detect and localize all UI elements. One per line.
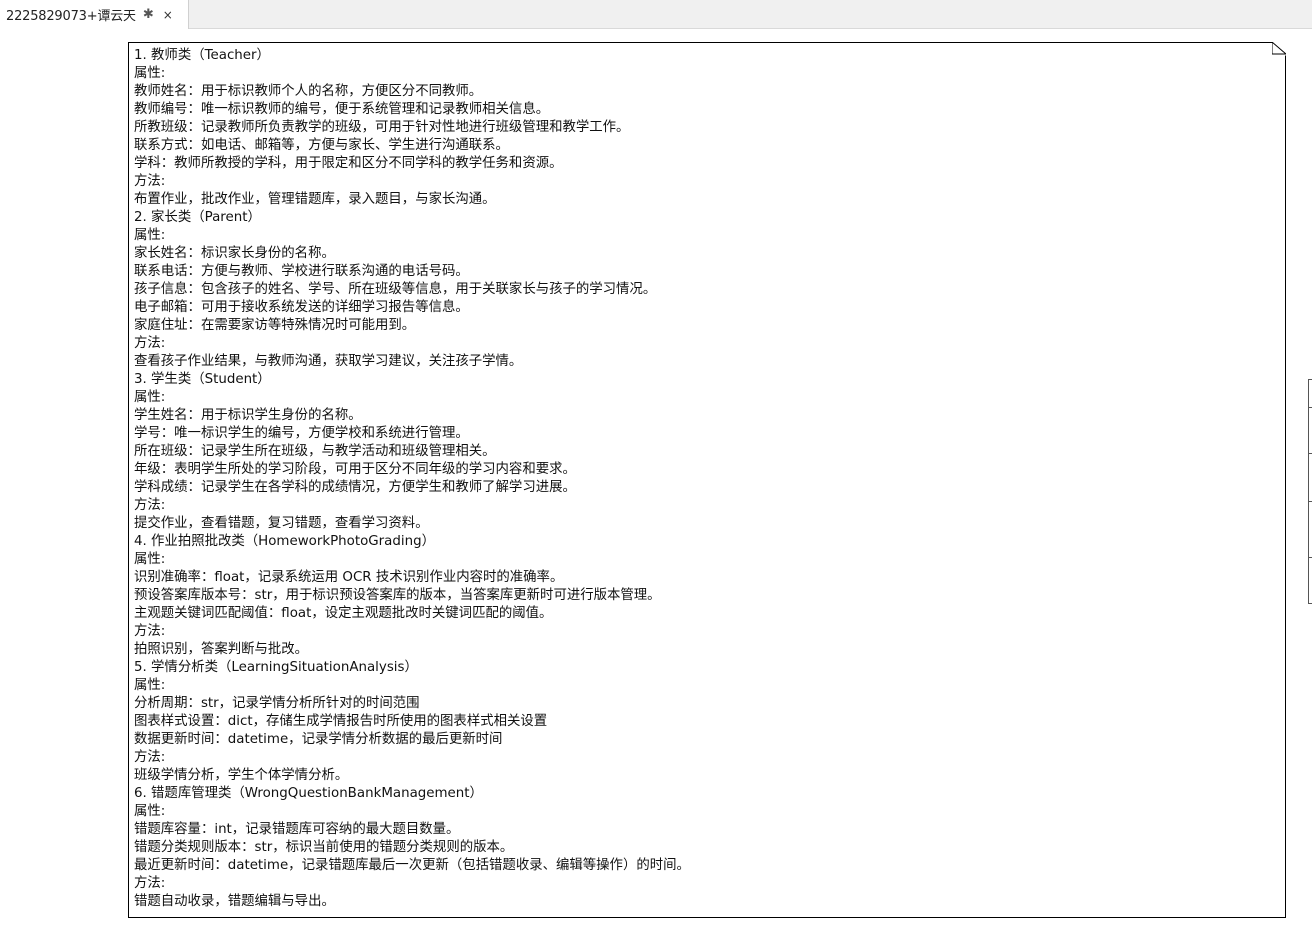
note-line: 家庭住址：在需要家访等特殊情况时可能用到。 [134,318,416,333]
note-line: 属性: [134,228,166,243]
note-line: 方法: [134,876,166,891]
note-line: 年级：表明学生所处的学习阶段，可用于区分不同年级的学习内容和要求。 [134,462,576,477]
note-line: 属性: [134,66,166,81]
note-line: 电子邮箱：可用于接收系统发送的详细学习报告等信息。 [134,300,469,315]
note-line: 方法: [134,336,166,351]
note-line: 主观题关键词匹配阈值：float，设定主观题批改时关键词匹配的阈值。 [134,606,553,621]
note-line: 提交作业，查看错题，复习错题，查看学习资料。 [134,516,429,531]
note-line: 错题自动收录，错题编辑与导出。 [134,894,335,909]
note-line: 联系电话：方便与教师、学校进行联系沟通的电话号码。 [134,264,469,279]
note-line: 2. 家长类（Parent） [134,210,261,225]
tab-bar: 2225829073+谭云天 ✱ × [0,0,1312,29]
note-line: 班级学情分析，学生个体学情分析。 [134,768,349,783]
note-line: 识别准确率：float，记录系统运用 OCR 技术识别作业内容时的准确率。 [134,570,564,585]
note-line: 方法: [134,750,166,765]
note-line: 属性: [134,390,166,405]
tab-title: 2225829073+谭云天 [6,9,136,24]
note-line: 学生姓名：用于标识学生身份的名称。 [134,408,362,423]
note-line: 所教班级：记录教师所负责教学的班级，可用于针对性地进行班级管理和教学工作。 [134,120,630,135]
note-line: 属性: [134,804,166,819]
note-line: 布置作业，批改作业，管理错题库，录入题目，与家长沟通。 [134,192,496,207]
modified-indicator-icon: ✱ [142,7,154,22]
note-line: 图表样式设置：dict，存储生成学情报告时所使用的图表样式相关设置 [134,714,548,729]
note-line: 6. 错题库管理类（WrongQuestionBankManagement） [134,786,483,801]
note-line: 教师编号：唯一标识教师的编号，便于系统管理和记录教师相关信息。 [134,102,550,117]
note-line: 所在班级：记录学生所在班级，与教学活动和班级管理相关。 [134,444,496,459]
note-line: 属性: [134,678,166,693]
note-line: 查看孩子作业结果，与教师沟通，获取学习建议，关注孩子学情。 [134,354,523,369]
note-line: 预设答案库版本号：str，用于标识预设答案库的版本，当答案库更新时可进行版本管理… [134,588,661,603]
note-line: 错题分类规则版本：str，标识当前使用的错题分类规则的版本。 [134,840,514,855]
diagram-tab[interactable]: 2225829073+谭云天 ✱ × [0,0,189,29]
note-line: 家长姓名：标识家长身份的名称。 [134,246,335,261]
note-line: 联系方式：如电话、邮箱等，方便与家长、学生进行沟通联系。 [134,138,509,153]
note-line: 学号：唯一标识学生的编号，方便学校和系统进行管理。 [134,426,469,441]
note-line: 错题库容量：int，记录错题库可容纳的最大题目数量。 [134,822,460,837]
diagram-canvas[interactable]: 1. 教师类（Teacher） 属性: 教师姓名：用于标识教师个人的名称，方便区分不… [0,29,1312,928]
note-line: 属性: [134,552,166,567]
note-line: 最近更新时间：datetime，记录错题库最后一次更新（包括错题收录、编辑等操作… [134,858,690,873]
note-line: 教师姓名：用于标识教师个人的名称，方便区分不同教师。 [134,84,483,99]
note-line: 方法: [134,498,166,513]
offscreen-element-edge [1308,379,1312,604]
note-line: 拍照识别，答案判断与批改。 [134,642,309,657]
uml-note[interactable]: 1. 教师类（Teacher） 属性: 教师姓名：用于标识教师个人的名称，方便区分不… [128,42,1286,918]
note-line: 方法: [134,174,166,189]
note-line: 3. 学生类（Student） [134,372,271,387]
note-line: 方法: [134,624,166,639]
note-line: 4. 作业拍照批改类（HomeworkPhotoGrading） [134,534,435,549]
note-line: 5. 学情分析类（LearningSituationAnalysis） [134,660,418,675]
note-line: 分析周期：str，记录学情分析所针对的时间范围 [134,696,420,711]
note-folded-corner-icon [1272,42,1286,56]
note-line: 孩子信息：包含孩子的姓名、学号、所在班级等信息，用于关联家长与孩子的学习情况。 [134,282,657,297]
close-tab-icon[interactable]: × [163,8,173,22]
note-line: 学科：教师所教授的学科，用于限定和区分不同学科的教学任务和资源。 [134,156,563,171]
note-line: 学科成绩：记录学生在各学科的成绩情况，方便学生和教师了解学习进展。 [134,480,576,495]
note-text: 1. 教师类（Teacher） 属性: 教师姓名：用于标识教师个人的名称，方便区分不… [134,47,1265,911]
note-line: 数据更新时间：datetime，记录学情分析数据的最后更新时间 [134,732,503,747]
note-line: 1. 教师类（Teacher） [134,48,270,63]
